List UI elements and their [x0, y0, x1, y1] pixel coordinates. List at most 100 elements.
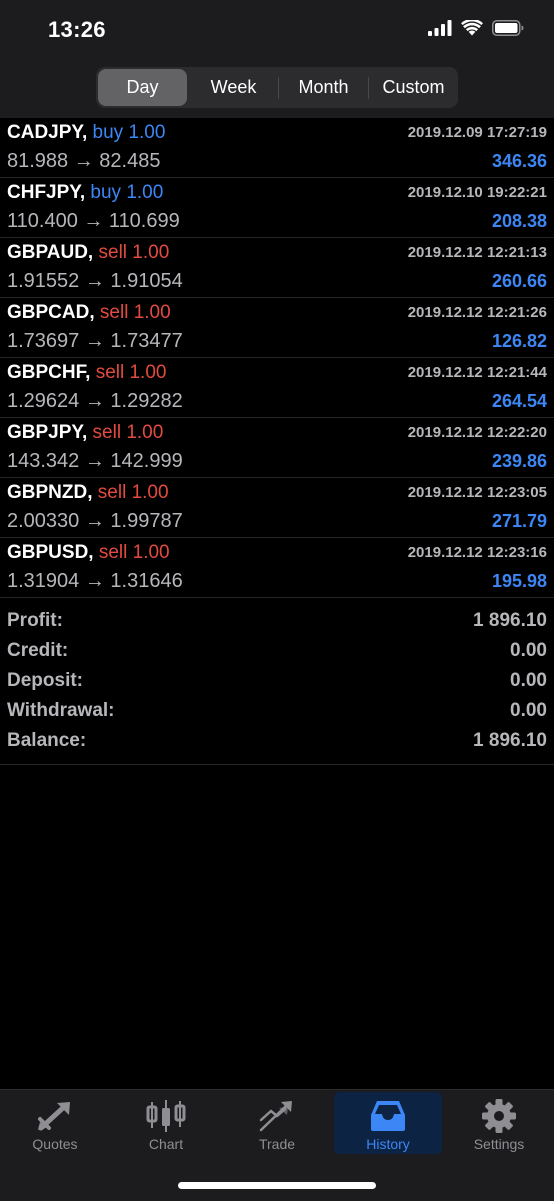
- deal-row[interactable]: CHFJPY, buy 1.00 2019.12.10 19:22:21 110…: [0, 178, 554, 238]
- deal-symbol: GBPCHF, sell 1.00: [7, 362, 166, 384]
- deal-prices: 143.342 → 142.999: [7, 450, 183, 472]
- summary-value: 0.00: [510, 700, 547, 721]
- tab-trade[interactable]: Trade: [223, 1092, 331, 1154]
- cellular-signal-icon: [428, 20, 452, 41]
- deal-profit: 264.54: [491, 391, 547, 411]
- period-tab-label: Month: [298, 77, 349, 97]
- deal-time: 2019.12.10 19:22:21: [407, 184, 547, 201]
- deal-symbol: GBPNZD, sell 1.00: [7, 482, 169, 504]
- history-inbox-icon: [371, 1101, 405, 1131]
- summary-label: Profit:: [7, 610, 63, 631]
- deal-prices: 2.00330 → 1.99787: [7, 510, 183, 532]
- deal-time: 2019.12.12 12:21:13: [407, 244, 547, 261]
- deal-profit: 126.82: [491, 331, 547, 351]
- tab-label: Trade: [258, 1136, 296, 1152]
- period-tab-label: Day: [126, 77, 159, 97]
- deal-side: sell 1.00: [98, 242, 170, 263]
- deal-symbol-text: GBPCHF,: [7, 362, 91, 383]
- summary-row-withdrawal: Withdrawal: 0.00: [0, 698, 554, 728]
- deal-time: 2019.12.12 12:21:26: [407, 304, 547, 321]
- deal-side: sell 1.00: [92, 422, 164, 443]
- summary-value: 0.00: [510, 640, 547, 661]
- deal-profit: 260.66: [491, 271, 547, 291]
- tab-settings[interactable]: Settings: [445, 1092, 553, 1154]
- summary-row-deposit: Deposit: 0.00: [0, 668, 554, 698]
- tab-chart[interactable]: Chart: [112, 1092, 220, 1154]
- deal-symbol: GBPJPY, sell 1.00: [7, 422, 163, 444]
- trade-icon: [259, 1101, 292, 1132]
- deal-symbol: GBPAUD, sell 1.00: [7, 242, 169, 264]
- deal-profit: 271.79: [491, 511, 547, 531]
- summary-label: Withdrawal:: [7, 700, 115, 721]
- status-icons: [428, 18, 524, 41]
- deal-symbol-text: GBPAUD,: [7, 242, 94, 263]
- account-summary: Profit: 1 896.10 Credit: 0.00 Deposit: 0…: [0, 598, 554, 765]
- period-tab-month[interactable]: Month: [279, 69, 368, 106]
- deal-profit: 195.98: [491, 571, 547, 591]
- history-list: CADJPY, buy 1.00 2019.12.09 17:27:19 81.…: [0, 118, 554, 765]
- quotes-icon: [38, 1102, 70, 1131]
- deal-symbol-text: GBPNZD,: [7, 482, 93, 503]
- deal-side: buy 1.00: [90, 182, 164, 203]
- deal-time: 2019.12.09 17:27:19: [407, 124, 547, 141]
- deal-row[interactable]: GBPCAD, sell 1.00 2019.12.12 12:21:26 1.…: [0, 298, 554, 358]
- deal-symbol-text: CHFJPY,: [7, 182, 86, 203]
- deal-side: sell 1.00: [97, 482, 169, 503]
- deal-time: 2019.12.12 12:23:16: [407, 544, 547, 561]
- deal-side: buy 1.00: [92, 122, 166, 143]
- deal-prices: 81.988 → 82.485: [7, 150, 161, 172]
- tab-label: Chart: [148, 1136, 184, 1152]
- summary-label: Deposit:: [7, 670, 83, 691]
- tab-label: Quotes: [32, 1136, 78, 1152]
- summary-value: 0.00: [510, 670, 547, 691]
- home-indicator[interactable]: [178, 1182, 376, 1189]
- deal-profit: 208.38: [491, 211, 547, 231]
- deal-symbol: GBPCAD, sell 1.00: [7, 302, 171, 324]
- deal-side: sell 1.00: [99, 302, 171, 323]
- deal-symbol: CHFJPY, buy 1.00: [7, 182, 163, 204]
- deal-row[interactable]: GBPNZD, sell 1.00 2019.12.12 12:23:05 2.…: [0, 478, 554, 538]
- deal-side: sell 1.00: [95, 362, 167, 383]
- period-tab-custom[interactable]: Custom: [369, 69, 458, 106]
- status-time: 13:26: [48, 17, 106, 42]
- gear-icon: [482, 1099, 516, 1133]
- summary-row-balance: Balance: 1 896.10: [0, 728, 554, 758]
- wifi-icon: [461, 18, 484, 41]
- deal-time: 2019.12.12 12:22:20: [407, 424, 547, 441]
- deal-symbol: CADJPY, buy 1.00: [7, 122, 165, 144]
- deal-symbol-text: GBPUSD,: [7, 542, 94, 563]
- summary-row-credit: Credit: 0.00: [0, 638, 554, 668]
- status-bar: 13:26: [0, 0, 554, 62]
- period-tab-week[interactable]: Week: [189, 69, 278, 106]
- deal-row[interactable]: CADJPY, buy 1.00 2019.12.09 17:27:19 81.…: [0, 118, 554, 178]
- deal-symbol: GBPUSD, sell 1.00: [7, 542, 170, 564]
- period-tab-label: Custom: [382, 77, 445, 97]
- deal-row[interactable]: GBPCHF, sell 1.00 2019.12.12 12:21:44 1.…: [0, 358, 554, 418]
- deal-prices: 1.73697 → 1.73477: [7, 330, 183, 352]
- deal-symbol-text: GBPCAD,: [7, 302, 95, 323]
- summary-value: 1 896.10: [473, 610, 547, 631]
- deal-prices: 1.91552 → 1.91054: [7, 270, 183, 292]
- deal-prices: 1.29624 → 1.29282: [7, 390, 183, 412]
- deal-profit: 239.86: [491, 451, 547, 471]
- summary-row-profit: Profit: 1 896.10: [0, 608, 554, 638]
- deal-row[interactable]: GBPAUD, sell 1.00 2019.12.12 12:21:13 1.…: [0, 238, 554, 298]
- deal-prices: 110.400 → 110.699: [7, 210, 180, 232]
- deal-row[interactable]: GBPUSD, sell 1.00 2019.12.12 12:23:16 1.…: [0, 538, 554, 598]
- chart-candles-icon: [146, 1100, 186, 1132]
- deal-row[interactable]: GBPJPY, sell 1.00 2019.12.12 12:22:20 14…: [0, 418, 554, 478]
- tab-history[interactable]: History: [334, 1092, 442, 1154]
- period-tab-day[interactable]: Day: [98, 69, 187, 106]
- period-selector-bar: Day Week Month Custom: [0, 62, 554, 118]
- deal-prices: 1.31904 → 1.31646: [7, 570, 183, 592]
- deal-profit: 346.36: [491, 151, 547, 171]
- deal-symbol-text: CADJPY,: [7, 122, 88, 143]
- summary-value: 1 896.10: [473, 730, 547, 751]
- deal-side: sell 1.00: [98, 542, 170, 563]
- tab-label: History: [366, 1136, 410, 1152]
- battery-icon: [492, 20, 524, 41]
- deal-time: 2019.12.12 12:21:44: [407, 364, 547, 381]
- deal-symbol-text: GBPJPY,: [7, 422, 88, 443]
- tab-quotes[interactable]: Quotes: [1, 1092, 109, 1154]
- tab-label: Settings: [473, 1136, 525, 1152]
